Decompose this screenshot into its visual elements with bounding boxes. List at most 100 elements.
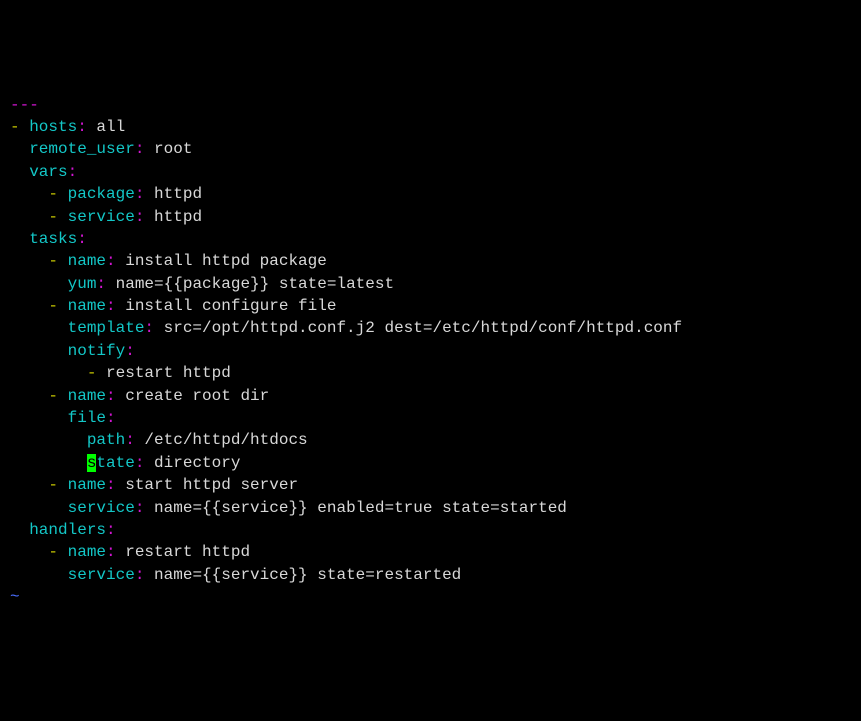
- code-line: handlers:: [10, 519, 851, 541]
- code-line: - restart httpd: [10, 362, 851, 384]
- yaml-colon: :: [125, 431, 144, 449]
- indent: [10, 454, 87, 472]
- yaml-colon: :: [106, 521, 116, 539]
- code-line: yum: name={{package}} state=latest: [10, 273, 851, 295]
- indent: [10, 185, 48, 203]
- code-line: - name: install httpd package: [10, 250, 851, 272]
- yaml-key: name: [68, 476, 106, 494]
- yaml-key: path: [87, 431, 125, 449]
- yaml-key: template: [68, 319, 145, 337]
- yaml-colon: :: [106, 543, 125, 561]
- yaml-value: root: [154, 140, 192, 158]
- yaml-colon: :: [135, 208, 154, 226]
- yaml-value: create root dir: [125, 387, 269, 405]
- yaml-key: yum: [68, 275, 97, 293]
- indent: [10, 476, 48, 494]
- yaml-colon: :: [106, 409, 116, 427]
- yaml-colon: :: [144, 319, 163, 337]
- indent: [10, 521, 29, 539]
- indent: [10, 275, 68, 293]
- code-line: - name: create root dir: [10, 385, 851, 407]
- yaml-colon: :: [106, 252, 125, 270]
- yaml-value: start httpd server: [125, 476, 298, 494]
- yaml-colon: :: [135, 566, 154, 584]
- yaml-key: tasks: [29, 230, 77, 248]
- indent: [10, 387, 48, 405]
- code-line: template: src=/opt/httpd.conf.j2 dest=/e…: [10, 317, 851, 339]
- yaml-value: httpd: [154, 208, 202, 226]
- code-line: service: name={{service}} enabled=true s…: [10, 497, 851, 519]
- indent: [10, 431, 87, 449]
- code-line: service: name={{service}} state=restarte…: [10, 564, 851, 586]
- code-line: ---: [10, 94, 851, 116]
- yaml-value: all: [96, 118, 125, 136]
- indent: [10, 230, 29, 248]
- yaml-value: /etc/httpd/htdocs: [144, 431, 307, 449]
- code-line: vars:: [10, 161, 851, 183]
- yaml-colon: :: [106, 297, 125, 315]
- yaml-key: hosts: [29, 118, 77, 136]
- yaml-key: vars: [29, 163, 67, 181]
- yaml-value: name={{package}} state=latest: [116, 275, 394, 293]
- yaml-colon: :: [77, 230, 87, 248]
- yaml-key: package: [68, 185, 135, 203]
- indent: [10, 342, 68, 360]
- yaml-dash: -: [48, 387, 67, 405]
- yaml-colon: :: [106, 387, 125, 405]
- code-line: remote_user: root: [10, 138, 851, 160]
- yaml-key: service: [68, 499, 135, 517]
- yaml-value: install httpd package: [125, 252, 327, 270]
- indent: [10, 409, 68, 427]
- yaml-colon: :: [125, 342, 135, 360]
- yaml-value: restart httpd: [125, 543, 250, 561]
- yaml-key: file: [68, 409, 106, 427]
- yaml-key: name: [68, 387, 106, 405]
- code-line: tasks:: [10, 228, 851, 250]
- yaml-colon: :: [135, 454, 154, 472]
- indent: [10, 252, 48, 270]
- yaml-colon: :: [135, 140, 154, 158]
- yaml-key: service: [68, 566, 135, 584]
- empty-line-marker: ~: [10, 586, 851, 608]
- indent: [10, 499, 68, 517]
- yaml-value: directory: [154, 454, 240, 472]
- yaml-key: handlers: [29, 521, 106, 539]
- code-line: - hosts: all: [10, 116, 851, 138]
- yaml-value: name={{service}} state=restarted: [154, 566, 461, 584]
- indent: [10, 297, 48, 315]
- code-line: notify:: [10, 340, 851, 362]
- yaml-key: service: [68, 208, 135, 226]
- code-line: - name: install configure file: [10, 295, 851, 317]
- code-line: - service: httpd: [10, 206, 851, 228]
- indent: [10, 543, 48, 561]
- yaml-colon: :: [77, 118, 96, 136]
- code-line: file:: [10, 407, 851, 429]
- indent: [10, 140, 29, 158]
- yaml-value: restart httpd: [106, 364, 231, 382]
- yaml-key: notify: [68, 342, 126, 360]
- indent: [10, 566, 68, 584]
- yaml-dash: -: [10, 118, 29, 136]
- yaml-dash: -: [48, 297, 67, 315]
- terminal-viewport[interactable]: ---- hosts: all remote_user: root vars: …: [10, 94, 851, 609]
- code-line: - name: restart httpd: [10, 541, 851, 563]
- indent: [10, 208, 48, 226]
- yaml-key: remote_user: [29, 140, 135, 158]
- indent: [10, 163, 29, 181]
- yaml-dash: -: [48, 252, 67, 270]
- yaml-key: name: [68, 297, 106, 315]
- yaml-colon: :: [135, 185, 154, 203]
- yaml-colon: :: [135, 499, 154, 517]
- yaml-colon: :: [68, 163, 78, 181]
- yaml-dash: -: [48, 208, 67, 226]
- yaml-dash: -: [48, 543, 67, 561]
- code-line: - package: httpd: [10, 183, 851, 205]
- yaml-doc-start: ---: [10, 96, 39, 114]
- cursor-position: s: [87, 454, 97, 472]
- indent: [10, 319, 68, 337]
- yaml-dash: -: [48, 476, 67, 494]
- yaml-dash: -: [87, 364, 106, 382]
- code-line: - name: start httpd server: [10, 474, 851, 496]
- indent: [10, 364, 87, 382]
- yaml-colon: :: [96, 275, 115, 293]
